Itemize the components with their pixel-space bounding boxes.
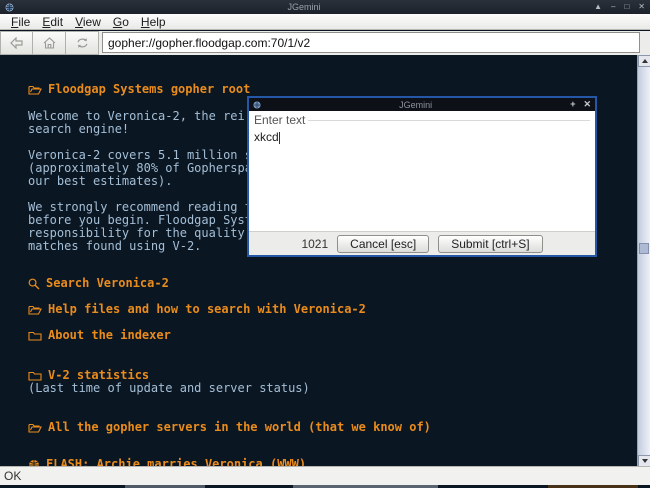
scroll-up-button[interactable] (638, 55, 650, 67)
refresh-button[interactable] (66, 31, 99, 55)
char-count: 1021 (301, 236, 329, 251)
back-button[interactable] (0, 31, 33, 55)
triangle-up-icon (641, 59, 648, 63)
folder-icon (28, 331, 42, 341)
gopher-dir-link[interactable]: All the gopher servers in the world (tha… (0, 421, 650, 434)
vertical-scrollbar[interactable] (637, 55, 650, 467)
home-icon (43, 37, 55, 49)
folder-open-icon (28, 305, 42, 315)
app-globe-icon (5, 3, 14, 11)
dialog-titlebar[interactable]: JGemini + ✕ (249, 98, 595, 111)
folder-icon (28, 371, 42, 381)
content-text-line: (Last time of update and server status) (28, 381, 310, 395)
status-bar: OK (0, 466, 650, 485)
folder-open-icon (28, 85, 42, 95)
triangle-down-icon (641, 459, 648, 463)
close-button[interactable]: ✕ (638, 0, 645, 14)
gopher-dir-link[interactable]: About the indexer (0, 329, 650, 342)
entered-text[interactable]: xkcd (254, 130, 590, 144)
jgemini-window: JGemini ▲ – □ ✕ File Edit View Go Help g… (0, 0, 650, 488)
toolbar (0, 31, 650, 55)
address-bar-input[interactable] (102, 32, 640, 53)
text-entry-area[interactable]: Enter text xkcd (249, 111, 595, 231)
window-title: JGemini (287, 2, 321, 12)
gopher-dir-link[interactable]: Floodgap Systems gopher root (0, 83, 650, 96)
refresh-icon (77, 38, 87, 48)
folder-open-icon (28, 423, 42, 433)
menubar: File Edit View Go Help (0, 14, 650, 30)
scrollbar-thumb[interactable] (639, 243, 649, 254)
dialog-prompt-label: Enter text (254, 113, 590, 127)
window-titlebar[interactable]: JGemini ▲ – □ ✕ (0, 0, 650, 14)
dialog-title: JGemini (399, 99, 433, 110)
cancel-button[interactable]: Cancel [esc] (337, 234, 430, 253)
dialog-globe-icon (253, 100, 261, 109)
maximize-button[interactable]: □ (624, 0, 629, 14)
menu-edit[interactable]: Edit (36, 14, 69, 30)
menu-go[interactable]: Go (107, 14, 135, 30)
back-arrow-icon (9, 37, 23, 49)
menu-file[interactable]: File (5, 14, 36, 30)
status-text: OK (4, 469, 22, 483)
dialog-close-button[interactable]: ✕ (583, 98, 591, 111)
menu-help[interactable]: Help (135, 14, 172, 30)
shade-window-button[interactable]: ▲ (594, 0, 602, 14)
search-icon (28, 278, 40, 289)
text-cursor (278, 132, 280, 144)
dialog-pin-button[interactable]: + (570, 98, 575, 111)
gopher-dir-link[interactable]: Help files and how to search with Veroni… (0, 303, 650, 316)
minimize-button[interactable]: – (611, 0, 615, 14)
dialog-footer: 1021 Cancel [esc] Submit [ctrl+S] (249, 231, 595, 255)
home-button[interactable] (33, 31, 66, 55)
menu-view[interactable]: View (69, 14, 107, 30)
text-entry-dialog: JGemini + ✕ Enter text xkcd 1021 Cancel … (247, 96, 597, 257)
gopher-search-link[interactable]: Search Veronica-2 (0, 277, 650, 290)
submit-button[interactable]: Submit [ctrl+S] (438, 234, 543, 253)
